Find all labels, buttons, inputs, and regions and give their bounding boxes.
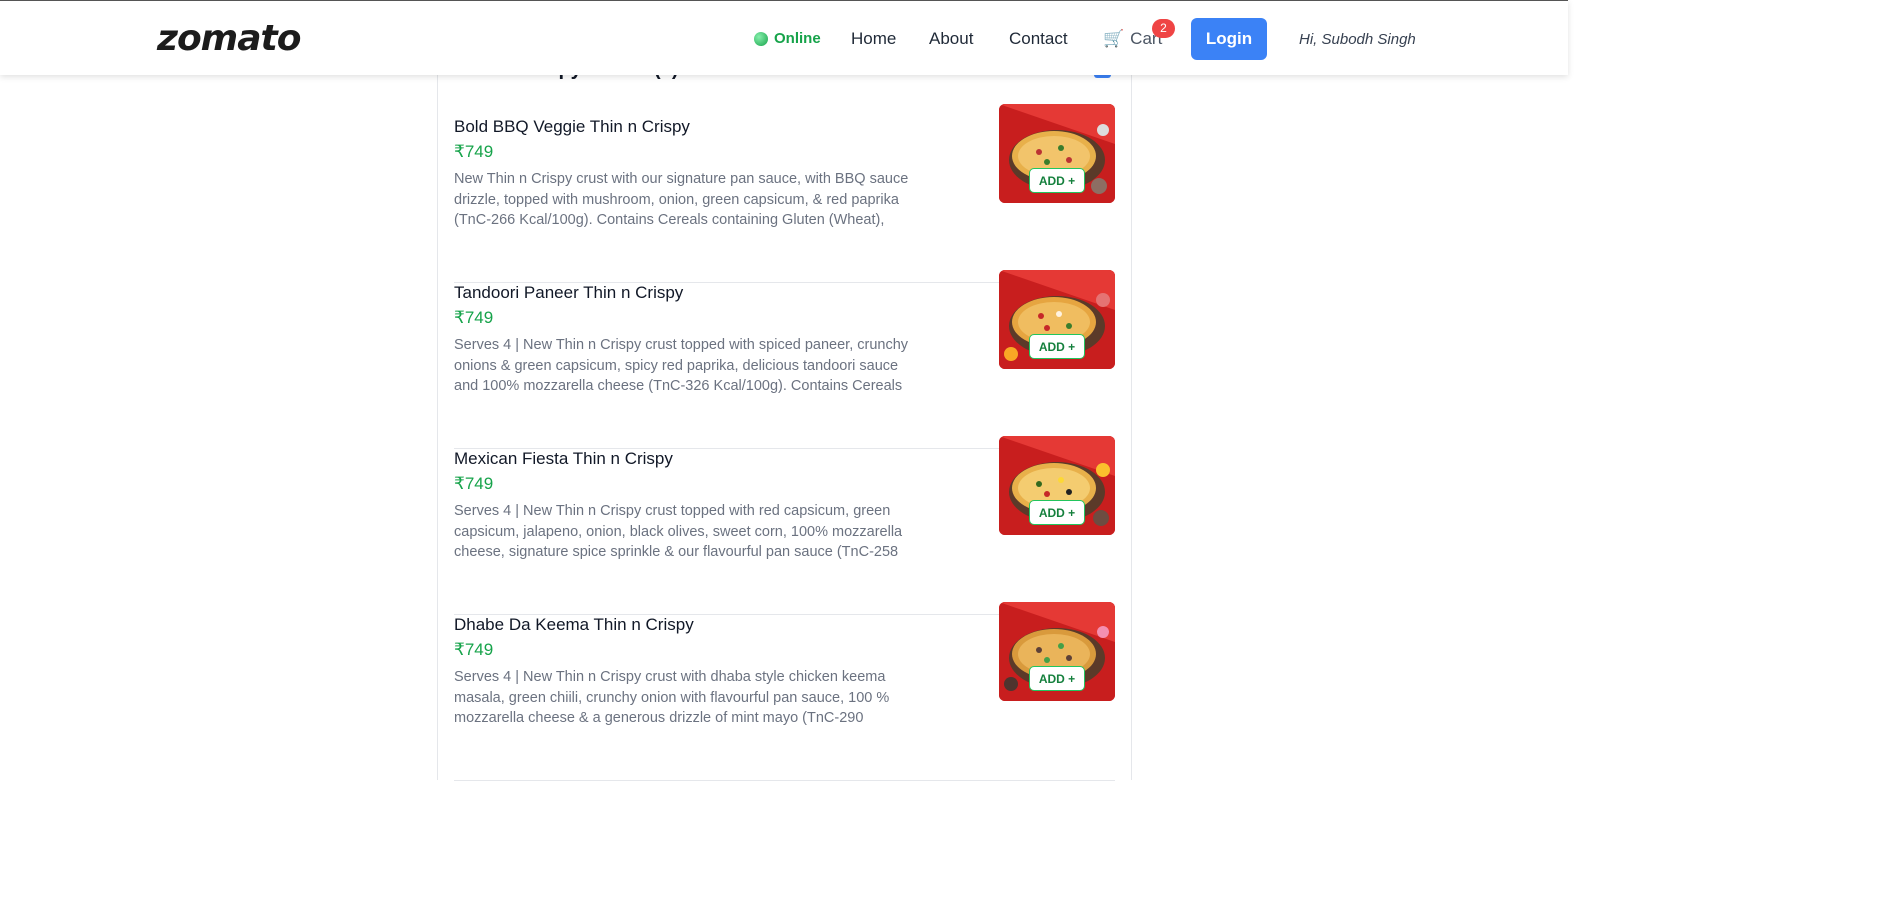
- online-status: Online: [754, 30, 821, 47]
- online-status-label: Online: [774, 30, 821, 47]
- brand-logo[interactable]: zomato: [157, 17, 301, 61]
- item-description: Serves 4 | New Thin n Crispy crust toppe…: [454, 337, 909, 394]
- nav-link-about[interactable]: About: [929, 29, 973, 49]
- add-to-cart-button[interactable]: ADD +: [1029, 666, 1085, 691]
- nav-link-home[interactable]: Home: [851, 29, 896, 49]
- item-price: ₹749: [454, 640, 494, 659]
- menu-item: Bold BBQ Veggie Thin n Crispy ₹749 New T…: [454, 104, 1115, 283]
- item-price: ₹749: [454, 308, 494, 327]
- item-name: Mexican Fiesta Thin n Crispy: [454, 449, 673, 468]
- item-name: Bold BBQ Veggie Thin n Crispy: [454, 117, 690, 136]
- item-price: ₹749: [454, 142, 494, 161]
- login-button[interactable]: Login: [1191, 18, 1267, 60]
- online-dot-icon: [754, 31, 768, 46]
- menu-item: Tandoori Paneer Thin n Crispy ₹749 Serve…: [454, 270, 1115, 449]
- item-description: Serves 4 | New Thin n Crispy crust toppe…: [454, 503, 903, 560]
- item-description: Serves 4 | New Thin n Crispy crust with …: [454, 669, 890, 726]
- shopping-cart-icon: 🛒: [1103, 29, 1125, 48]
- cart-count-badge: 2: [1152, 19, 1175, 38]
- item-name: Dhabe Da Keema Thin n Crispy: [454, 615, 694, 634]
- menu-panel: Thin n Crispy Pizzas (4) Bold BBQ Veggie…: [437, 40, 1132, 781]
- navbar: zomato Online Home About Contact 🛒 Cart …: [0, 0, 1568, 75]
- cart-link[interactable]: 🛒 Cart 2: [1103, 19, 1175, 49]
- item-name: Tandoori Paneer Thin n Crispy: [454, 283, 684, 302]
- item-description: New Thin n Crispy crust with our signatu…: [454, 171, 909, 228]
- menu-item: Mexican Fiesta Thin n Crispy ₹749 Serves…: [454, 436, 1115, 615]
- add-to-cart-button[interactable]: ADD +: [1029, 168, 1085, 193]
- nav-link-contact[interactable]: Contact: [1009, 29, 1068, 49]
- menu-item: Dhabe Da Keema Thin n Crispy ₹749 Serves…: [454, 602, 1115, 781]
- user-greeting: Hi, Subodh Singh: [1299, 31, 1416, 48]
- add-to-cart-button[interactable]: ADD +: [1029, 500, 1085, 525]
- add-to-cart-button[interactable]: ADD +: [1029, 334, 1085, 359]
- item-price: ₹749: [454, 474, 494, 493]
